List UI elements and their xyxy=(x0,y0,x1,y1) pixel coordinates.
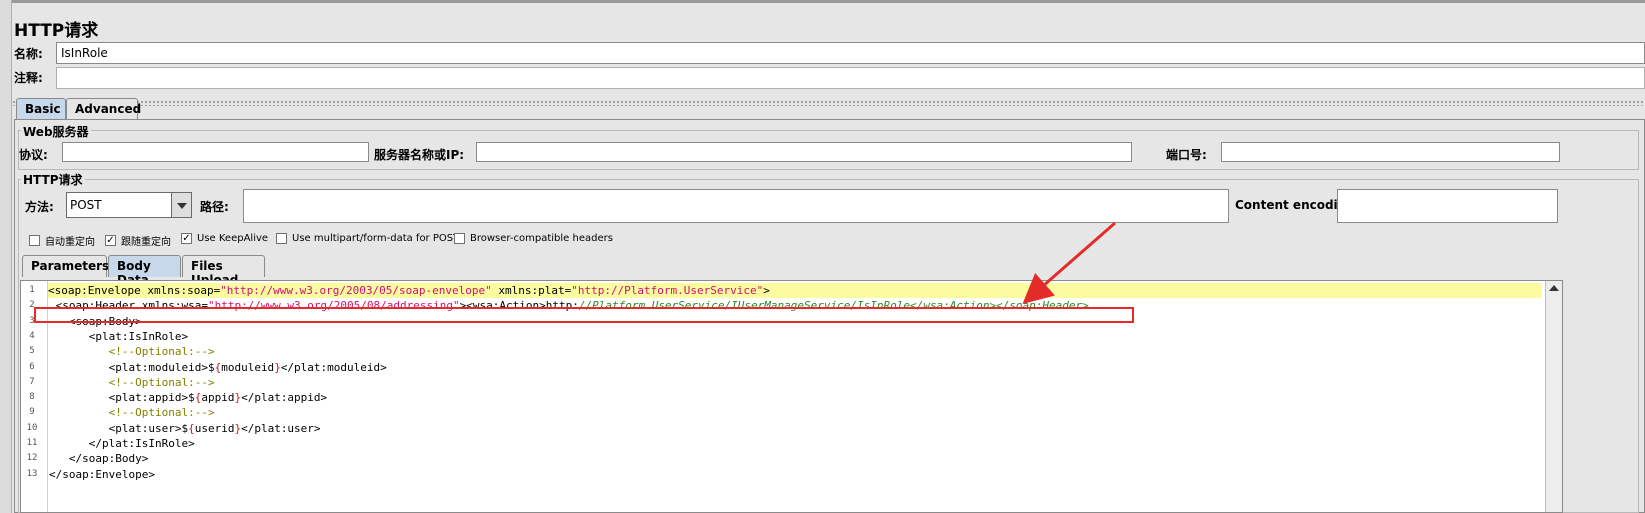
annotation-arrow-icon xyxy=(1022,221,1116,304)
